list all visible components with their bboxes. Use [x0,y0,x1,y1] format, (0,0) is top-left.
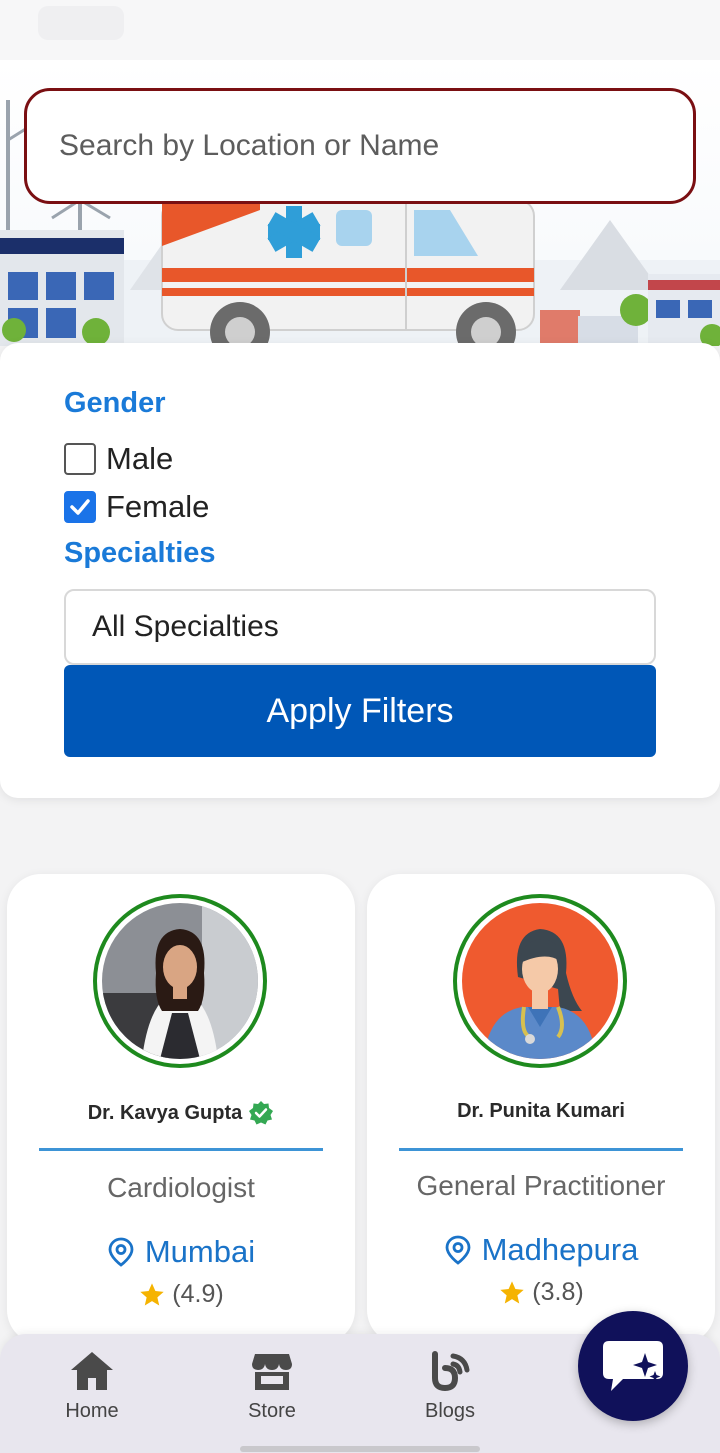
home-icon [71,1352,113,1390]
specialty-select[interactable]: All Specialties [64,589,656,665]
doctor-specialty: Cardiologist [107,1172,255,1203]
female-label: Female [106,489,210,524]
avatar [462,903,618,1059]
male-checkbox[interactable] [64,443,96,475]
star-icon [140,1282,164,1305]
filter-panel: Gender Male Female Specialties All Speci… [0,343,720,798]
gender-title: Gender [64,387,166,419]
search-input[interactable] [59,129,693,163]
doctor-rating-value: (4.9) [172,1280,224,1308]
home-indicator [240,1446,480,1452]
doctor-card[interactable]: Dr. Kavya Gupta Cardiologist Mumbai (4.9… [7,874,355,1344]
nav-blogs-label: Blogs [424,1400,476,1422]
doctor-avatar-ring [453,894,627,1068]
doctor-location: Mumbai [7,1234,355,1270]
doctor-rating-value: (3.8) [532,1278,584,1306]
doctor-name-row: Dr. Punita Kumari [367,1100,715,1123]
doctor-name: Dr. Punita Kumari [457,1100,625,1122]
doctor-specialty: General Practitioner [416,1170,666,1201]
doctor-location: Madhepura [367,1232,715,1268]
nav-store[interactable]: Store [212,1350,332,1423]
verified-badge-icon [249,1101,274,1125]
doctor-card[interactable]: Dr. Punita Kumari General Practitioner M… [367,874,715,1344]
store-icon [252,1354,292,1390]
doctor-name: Dr. Kavya Gupta [87,1101,243,1124]
apply-filters-label: Apply Filters [266,691,454,730]
gender-option-female[interactable]: Female [64,489,209,525]
chat-sparkle-icon [603,1341,663,1391]
location-pin-icon [108,1237,134,1267]
doctor-location-text: Madhepura [481,1232,639,1267]
search-box[interactable] [24,88,696,204]
male-label: Male [106,441,174,476]
doctor-avatar-ring [93,894,267,1068]
doctor-name-row: Dr. Kavya Gupta [7,1100,355,1126]
gender-option-male[interactable]: Male [64,441,173,477]
specialty-select-value: All Specialties [92,610,279,643]
ai-chat-button[interactable] [578,1311,688,1421]
location-pin-icon [445,1235,470,1265]
star-icon [500,1280,524,1303]
nav-blogs[interactable]: Blogs [390,1350,510,1423]
divider [399,1148,683,1151]
divider [39,1148,323,1151]
nav-home-label: Home [65,1400,119,1422]
doctor-rating: (4.9) [7,1280,355,1309]
avatar [102,903,258,1059]
female-checkbox[interactable] [64,491,96,523]
blogs-icon [432,1351,470,1392]
doctor-location-text: Mumbai [144,1234,256,1269]
checkmark-icon [70,499,90,515]
apply-filters-button[interactable]: Apply Filters [64,665,656,757]
doctor-rating: (3.8) [367,1278,715,1307]
nav-home[interactable]: Home [32,1350,152,1423]
specialties-title: Specialties [64,537,216,569]
nav-store-label: Store [248,1400,296,1422]
top-placeholder [38,6,124,40]
